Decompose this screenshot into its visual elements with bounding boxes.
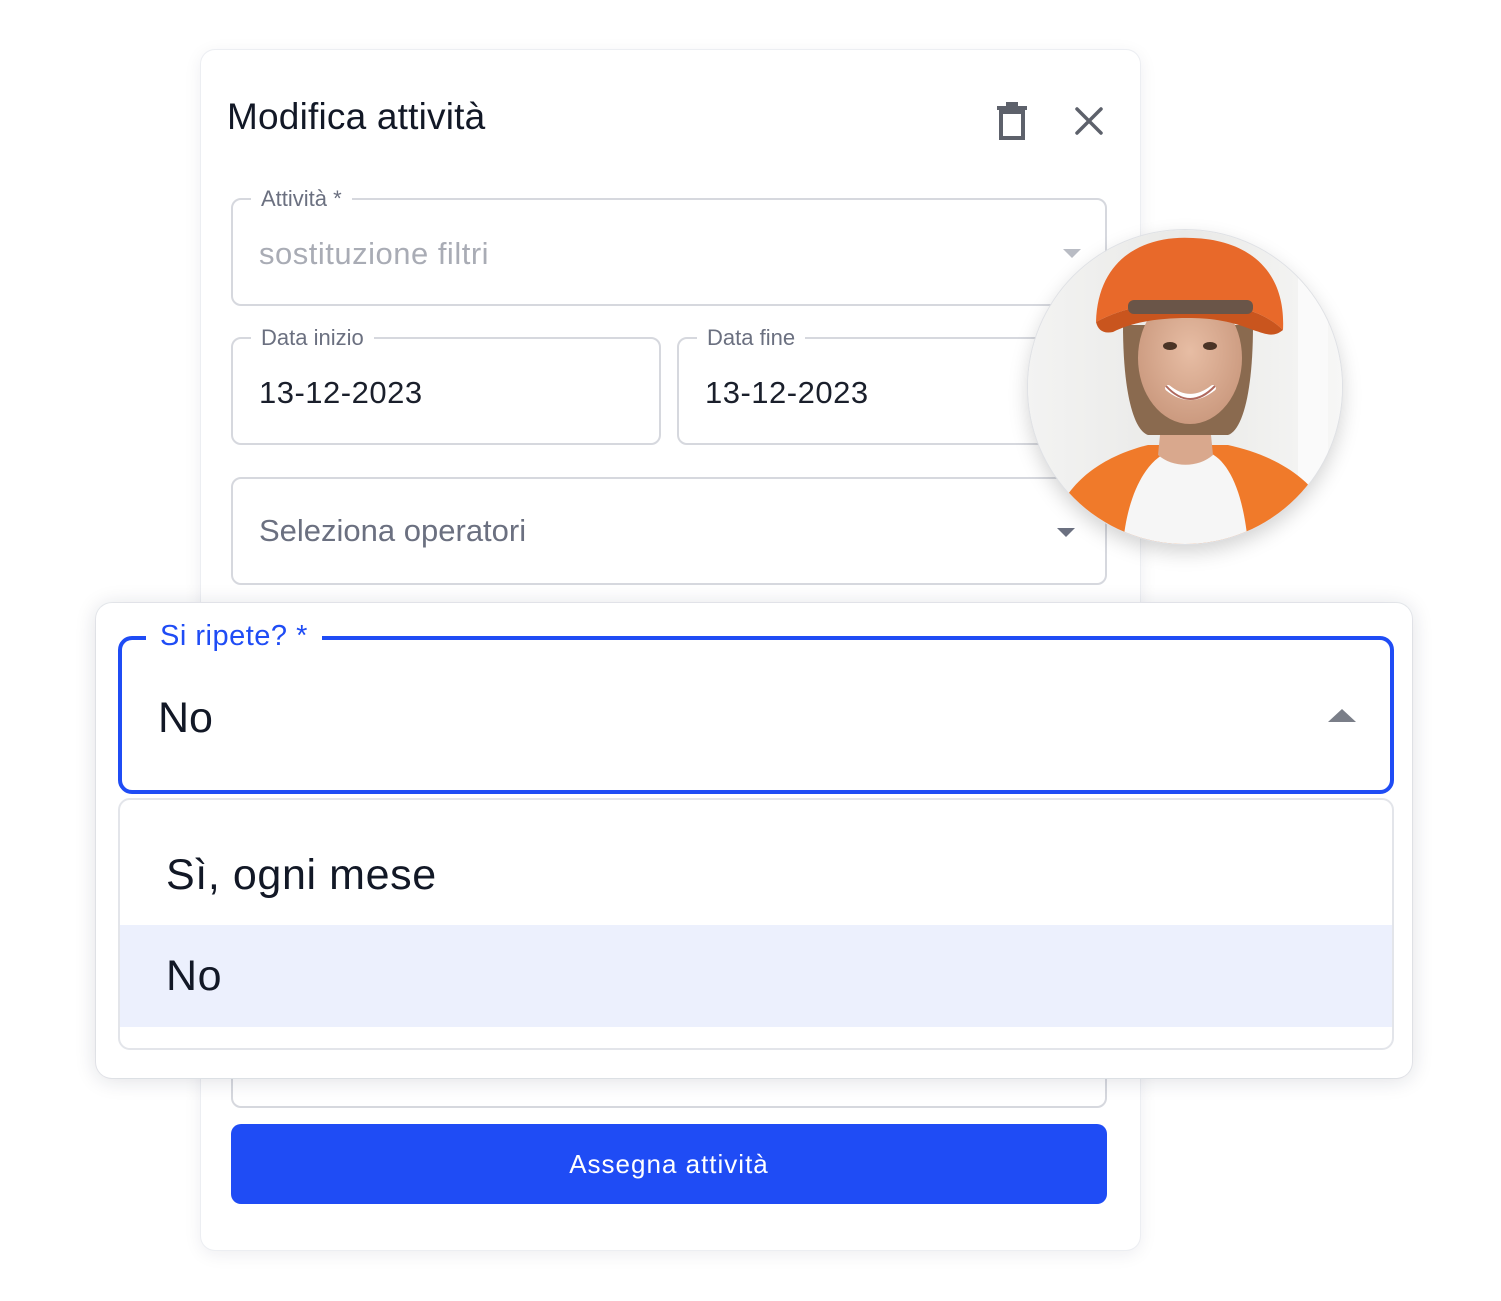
chevron-up-icon (1328, 709, 1356, 722)
delete-button[interactable] (988, 97, 1036, 145)
operators-placeholder: Seleziona operatori (259, 513, 527, 548)
repeat-label: Si ripete? * (146, 618, 322, 654)
activity-label: Attività * (251, 186, 352, 212)
repeat-select[interactable]: Si ripete? * No (118, 618, 1394, 794)
assign-activity-button[interactable]: Assegna attività (231, 1124, 1107, 1204)
dialog-title: Modifica attività (227, 96, 486, 137)
start-date-value: 13-12-2023 (259, 375, 423, 410)
worker-photo (1028, 230, 1342, 544)
close-button[interactable] (1065, 97, 1113, 145)
repeat-options-menu: Sì, ogni mese No (118, 798, 1394, 1050)
activity-value: sostituzione filtri (259, 236, 490, 271)
end-date-label: Data fine (697, 325, 806, 351)
close-icon (1075, 107, 1103, 135)
chevron-down-icon (1057, 528, 1075, 537)
trash-icon (997, 102, 1027, 140)
option-no[interactable]: No (120, 925, 1392, 1027)
start-date-field[interactable]: Data inizio 13-12-2023 (231, 325, 661, 445)
start-date-label: Data inizio (251, 325, 374, 351)
operators-select[interactable]: Seleziona operatori (231, 477, 1107, 585)
end-date-value: 13-12-2023 (705, 375, 869, 410)
repeat-select-popup: Si ripete? * No Sì, ogni mese No (96, 603, 1412, 1078)
stage: Modifica attività Attività * sostituzion… (0, 0, 1501, 1301)
avatar (1028, 230, 1342, 544)
repeat-value: No (158, 694, 213, 742)
activity-select[interactable]: Attività * sostituzione filtri (231, 186, 1107, 306)
chevron-down-icon (1063, 249, 1081, 258)
option-monthly[interactable]: Sì, ogni mese (120, 824, 1392, 926)
